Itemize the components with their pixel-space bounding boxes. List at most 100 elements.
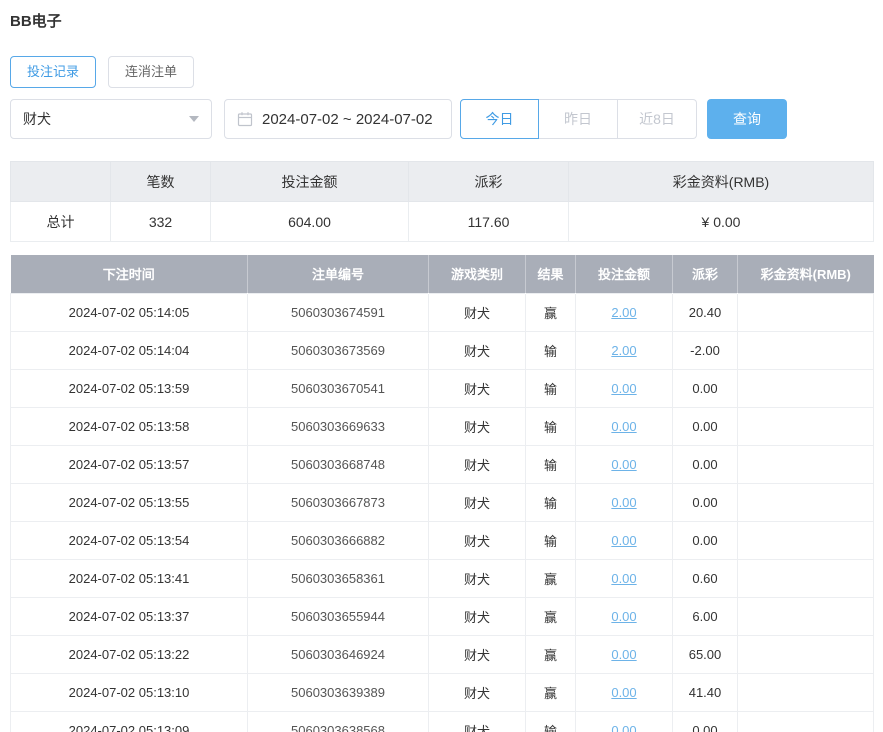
bet-amount-link[interactable]: 0.00 [611, 457, 636, 472]
today-button[interactable]: 今日 [460, 99, 539, 139]
cell-order-id: 5060303667873 [247, 482, 429, 522]
cell-bet-time: 2024-07-02 05:14:05 [10, 292, 248, 332]
header-payout: 派彩 [672, 255, 738, 293]
cell-game-type: 财犬 [428, 710, 526, 732]
header-order-id: 注单编号 [247, 255, 429, 293]
cell-bonus [737, 672, 874, 712]
bet-amount-link[interactable]: 0.00 [611, 723, 636, 732]
bet-amount-link[interactable]: 0.00 [611, 495, 636, 510]
table-row: 2024-07-02 05:13:58 5060303669633 财犬输 0.00 0… [10, 406, 874, 446]
cell-result: 输 [525, 368, 576, 408]
cell-bet-amount: 0.00 [575, 406, 673, 446]
filter-bar: 财犬 2024-07-02 ~ 2024-07-02 今日 昨日 近8日 查询 [10, 99, 873, 139]
yesterday-button[interactable]: 昨日 [539, 99, 618, 139]
cell-game-type: 财犬 [428, 444, 526, 484]
cell-bonus [737, 368, 874, 408]
cell-bonus [737, 634, 874, 674]
cell-payout: 0.60 [672, 558, 738, 598]
cell-payout: 0.00 [672, 520, 738, 560]
summary-total-label: 总计 [10, 201, 111, 242]
cell-game-type: 财犬 [428, 558, 526, 598]
cell-result: 输 [525, 444, 576, 484]
cell-order-id: 5060303639389 [247, 672, 429, 712]
search-button[interactable]: 查询 [707, 99, 787, 139]
cell-result: 赢 [525, 672, 576, 712]
table-row: 2024-07-02 05:13:55 5060303667873 财犬输 0.00 0… [10, 482, 874, 522]
cell-bet-amount: 0.00 [575, 368, 673, 408]
cell-result: 赢 [525, 634, 576, 674]
table-row: 2024-07-02 05:13:57 5060303668748 财犬输 0.00 0… [10, 444, 874, 484]
cell-bet-amount: 0.00 [575, 596, 673, 636]
cell-order-id: 5060303673569 [247, 330, 429, 370]
cell-payout: 0.00 [672, 710, 738, 732]
cell-result: 输 [525, 330, 576, 370]
bet-amount-link[interactable]: 0.00 [611, 419, 636, 434]
cell-bet-amount: 2.00 [575, 292, 673, 332]
cell-bonus [737, 406, 874, 446]
cell-result: 输 [525, 710, 576, 732]
bet-amount-link[interactable]: 0.00 [611, 609, 636, 624]
cell-result: 输 [525, 406, 576, 446]
table-row: 2024-07-02 05:13:54 5060303666882 财犬输 0.00 0… [10, 520, 874, 560]
tab-cancelled-orders[interactable]: 连消注单 [108, 56, 195, 88]
cell-bet-time: 2024-07-02 05:13:10 [10, 672, 248, 712]
cell-order-id: 5060303658361 [247, 558, 429, 598]
date-range-input[interactable]: 2024-07-02 ~ 2024-07-02 [224, 99, 452, 139]
tab-bar: 投注记录 连消注单 [10, 56, 873, 88]
summary-header-row: 笔数 投注金额 派彩 彩金资料(RMB) [10, 161, 874, 202]
cell-order-id: 5060303638568 [247, 710, 429, 732]
cell-game-type: 财犬 [428, 368, 526, 408]
cell-result: 输 [525, 482, 576, 522]
summary-table: 笔数 投注金额 派彩 彩金资料(RMB) 总计 332 604.00 117.6… [10, 161, 874, 242]
cell-game-type: 财犬 [428, 330, 526, 370]
summary-header-bonus: 彩金资料(RMB) [568, 161, 874, 202]
cell-game-type: 财犬 [428, 406, 526, 446]
cell-game-type: 财犬 [428, 292, 526, 332]
cell-bonus [737, 558, 874, 598]
cell-order-id: 5060303670541 [247, 368, 429, 408]
table-row: 2024-07-02 05:13:37 5060303655944 财犬赢 0.00 6… [10, 596, 874, 636]
page-title: BB电子 [10, 13, 62, 30]
cell-bet-amount: 0.00 [575, 520, 673, 560]
cell-bet-amount: 0.00 [575, 672, 673, 712]
cell-order-id: 5060303669633 [247, 406, 429, 446]
game-select-value: 财犬 [23, 111, 51, 127]
summary-header-bet-amount: 投注金额 [210, 161, 409, 202]
cell-bet-time: 2024-07-02 05:13:57 [10, 444, 248, 484]
game-select[interactable]: 财犬 [10, 99, 212, 139]
table-body: 2024-07-02 05:14:05 5060303674591 财犬赢 2.00 2… [10, 292, 874, 732]
header-bet-time: 下注时间 [10, 255, 248, 293]
cell-order-id: 5060303674591 [247, 292, 429, 332]
cell-result: 赢 [525, 292, 576, 332]
cell-game-type: 财犬 [428, 672, 526, 712]
cell-bet-amount: 2.00 [575, 330, 673, 370]
bet-amount-link[interactable]: 0.00 [611, 685, 636, 700]
chevron-down-icon [189, 116, 199, 122]
header-game-type: 游戏类别 [428, 255, 526, 293]
cell-bet-amount: 0.00 [575, 482, 673, 522]
cell-bet-amount: 0.00 [575, 634, 673, 674]
table-row: 2024-07-02 05:13:09 5060303638568 财犬输 0.00 0… [10, 710, 874, 732]
cell-bonus [737, 596, 874, 636]
last-8-days-button[interactable]: 近8日 [618, 99, 697, 139]
cell-bet-time: 2024-07-02 05:13:55 [10, 482, 248, 522]
cell-bonus [737, 292, 874, 332]
bet-amount-link[interactable]: 2.00 [611, 343, 636, 358]
bet-amount-link[interactable]: 0.00 [611, 381, 636, 396]
cell-payout: 6.00 [672, 596, 738, 636]
cell-payout: 0.00 [672, 368, 738, 408]
cell-payout: 0.00 [672, 482, 738, 522]
cell-order-id: 5060303668748 [247, 444, 429, 484]
cell-bet-amount: 0.00 [575, 558, 673, 598]
tab-bet-records[interactable]: 投注记录 [10, 56, 97, 88]
cell-game-type: 财犬 [428, 482, 526, 522]
bet-amount-link[interactable]: 0.00 [611, 533, 636, 548]
cell-bet-time: 2024-07-02 05:13:58 [10, 406, 248, 446]
cell-game-type: 财犬 [428, 596, 526, 636]
calendar-icon [237, 111, 253, 127]
bet-amount-link[interactable]: 2.00 [611, 305, 636, 320]
table-row: 2024-07-02 05:13:22 5060303646924 财犬赢 0.00 6… [10, 634, 874, 674]
bet-amount-link[interactable]: 0.00 [611, 647, 636, 662]
bet-amount-link[interactable]: 0.00 [611, 571, 636, 586]
table-header-row: 下注时间 注单编号 游戏类别 结果 投注金额 派彩 彩金资料(RMB) [10, 255, 874, 293]
